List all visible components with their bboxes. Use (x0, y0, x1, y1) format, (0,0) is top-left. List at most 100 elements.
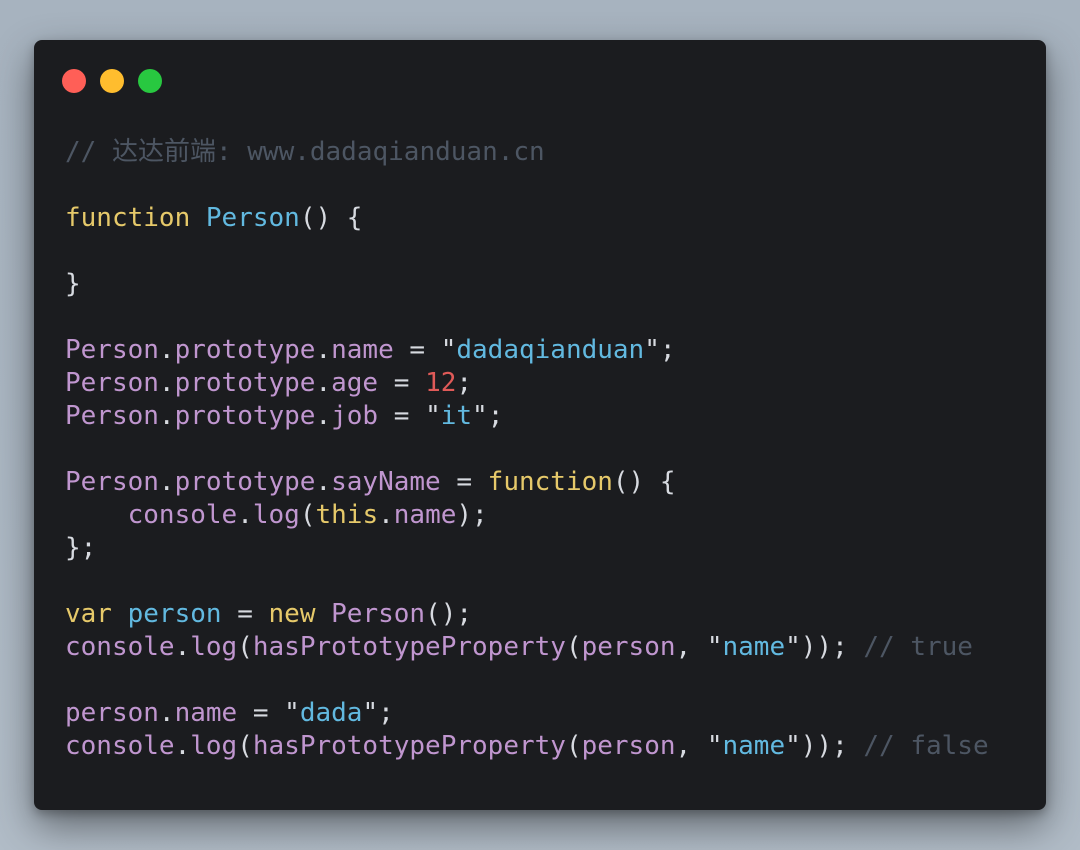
code-token: = (393, 335, 441, 365)
code-token: . (174, 632, 191, 662)
code-token: () { (612, 467, 676, 497)
code-token: 12 (425, 368, 457, 398)
code-token: ( (565, 632, 582, 662)
code-token: prototype (174, 401, 316, 431)
code-token: . (315, 401, 332, 431)
code-token: () { (299, 203, 363, 233)
code-line: } (65, 268, 989, 301)
code-token: (); (425, 599, 473, 629)
code-token: = (440, 467, 488, 497)
code-line: }; (65, 532, 989, 565)
code-token: log (190, 632, 238, 662)
code-token: age (331, 368, 379, 398)
code-token: . (158, 467, 175, 497)
code-line: console.log(hasPrototypeProperty(person,… (65, 730, 989, 763)
code-line: Person.prototype.age = 12; (65, 367, 989, 400)
code-comment: // true (863, 632, 973, 662)
code-token: prototype (174, 368, 316, 398)
code-token: " (706, 731, 723, 761)
window-controls (62, 69, 162, 93)
code-token: Person (65, 368, 159, 398)
code-token: " (644, 335, 660, 365)
code-window: // 达达前端: www.dadaqianduan.cn function Per… (34, 40, 1046, 810)
code-token: person (65, 698, 159, 728)
code-token: } (65, 269, 81, 299)
code-token: , (675, 731, 707, 761)
code-token: console (65, 731, 175, 761)
code-comment: // false (863, 731, 989, 761)
code-token: console (127, 500, 238, 530)
code-token: ( (237, 632, 253, 662)
code-comment: // 达达前端: www.dadaqianduan.cn (65, 137, 545, 167)
code-token: , (675, 632, 707, 662)
code-token: " (284, 698, 300, 728)
code-token: console (65, 632, 175, 662)
code-token: hasPrototypeProperty (252, 632, 566, 662)
code-token: " (362, 698, 379, 728)
code-token: . (378, 500, 394, 530)
minimize-dot-icon[interactable] (100, 69, 124, 93)
code-token: " (440, 335, 457, 365)
code-token: this (315, 500, 379, 530)
maximize-dot-icon[interactable] (138, 69, 162, 93)
code-token: " (785, 731, 801, 761)
close-dot-icon[interactable] (62, 69, 86, 93)
code-token: . (315, 368, 332, 398)
code-line: Person.prototype.sayName = function() { (65, 466, 989, 499)
code-token: prototype (174, 467, 316, 497)
code-token: prototype (174, 335, 316, 365)
code-line: console.log(hasPrototypeProperty(person,… (65, 631, 989, 664)
code-line: // 达达前端: www.dadaqianduan.cn (65, 136, 989, 169)
code-token: . (158, 401, 175, 431)
code-token: name (331, 335, 394, 365)
code-token: person (581, 731, 676, 761)
code-token: ( (237, 731, 253, 761)
code-line: console.log(this.name); (65, 499, 989, 532)
code-token: ; (378, 698, 394, 728)
code-token: var (65, 599, 112, 629)
code-token: log (252, 500, 300, 530)
code-token: " (472, 401, 488, 431)
code-token: )); (800, 632, 864, 662)
code-token: ); (456, 500, 488, 530)
code-token: person (581, 632, 676, 662)
code-line: var person = new Person(); (65, 598, 989, 631)
code-token: }; (65, 533, 97, 563)
code-line: person.name = "dada"; (65, 697, 989, 730)
code-token: function (487, 467, 613, 497)
code-token: . (158, 335, 175, 365)
code-token: . (315, 467, 332, 497)
code-block: // 达达前端: www.dadaqianduan.cn function Per… (65, 136, 989, 763)
code-token: . (174, 731, 191, 761)
code-token: hasPrototypeProperty (252, 731, 566, 761)
code-token: Person (205, 203, 300, 233)
code-token: = (378, 401, 426, 431)
code-token: " (706, 632, 723, 662)
code-token: . (237, 500, 253, 530)
code-token: log (190, 731, 238, 761)
code-token: " (425, 401, 441, 431)
code-token: name (393, 500, 457, 530)
code-token: name (722, 632, 786, 662)
code-token: = (378, 368, 426, 398)
code-token: ; (456, 368, 473, 398)
code-token: function (65, 203, 191, 233)
code-token: = (221, 599, 269, 629)
code-token: it (440, 401, 473, 431)
code-token: name (722, 731, 786, 761)
code-token: Person (65, 335, 159, 365)
code-line: Person.prototype.job = "it"; (65, 400, 989, 433)
code-line: function Person() { (65, 202, 989, 235)
code-token: . (315, 335, 332, 365)
code-token: Person (331, 599, 426, 629)
code-token: new (268, 599, 316, 629)
code-token: dada (299, 698, 363, 728)
code-token: ( (565, 731, 582, 761)
